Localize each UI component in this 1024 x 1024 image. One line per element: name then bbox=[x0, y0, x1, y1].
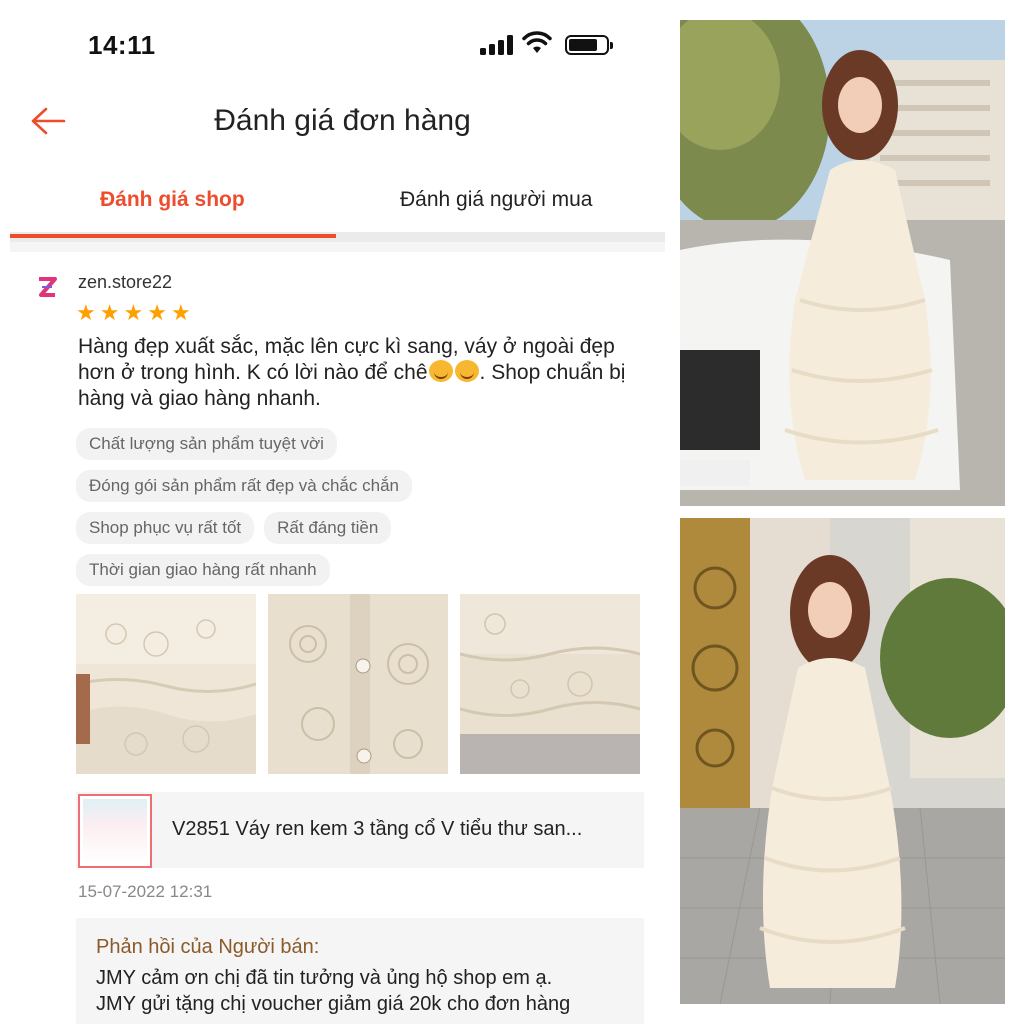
product-thumbnail bbox=[78, 794, 152, 868]
seller-reply-line: JMY gửi tặng chị voucher giảm giá 20k ch… bbox=[96, 993, 571, 1015]
seller-reply-text: JMY cảm ơn chị đã tin tưởng và ủng hộ sh… bbox=[96, 965, 624, 1017]
star-icon: ★ bbox=[99, 300, 120, 325]
wifi-icon bbox=[522, 31, 552, 53]
review-tag: Rất đáng tiền bbox=[264, 512, 392, 544]
seller-reply-title: Phản hồi của Người bán: bbox=[96, 936, 320, 958]
battery-icon bbox=[565, 35, 613, 55]
tab-buyer-reviews[interactable]: Đánh giá người mua bbox=[400, 188, 592, 212]
shop-logo-avatar bbox=[39, 277, 57, 297]
status-time: 14:11 bbox=[88, 30, 156, 60]
model-photo-street bbox=[680, 20, 1005, 506]
product-name: V2851 Váy ren kem 3 tầng cổ V tiểu thư s… bbox=[172, 818, 583, 840]
smiling-hearts-emoji-icon bbox=[428, 360, 453, 382]
review-photo-3[interactable] bbox=[460, 594, 640, 774]
seller-reply: Phản hồi của Người bán: JMY cảm ơn chị đ… bbox=[76, 918, 644, 1024]
review-photos bbox=[76, 594, 640, 774]
smiling-hearts-emoji-icon bbox=[454, 360, 479, 382]
star-icon: ★ bbox=[170, 300, 191, 325]
review-tag: Thời gian giao hàng rất nhanh bbox=[76, 554, 330, 586]
nav-bar: Đánh giá đơn hàng bbox=[10, 70, 665, 170]
review-tag: Shop phục vụ rất tốt bbox=[76, 512, 255, 544]
model-photo-gate bbox=[680, 518, 1005, 1004]
tab-bar: Đánh giá shop Đánh giá người mua bbox=[10, 170, 665, 242]
review-tag: Đóng gói sản phẩm rất đẹp và chắc chắn bbox=[76, 470, 412, 502]
review-card: zen.store22 ★ ★ ★ ★ ★ Hàng đẹp xuất sắc,… bbox=[10, 252, 665, 1024]
star-icon: ★ bbox=[147, 300, 167, 325]
review-tags: Chất lượng sản phẩm tuyệt vời Đóng gói s… bbox=[76, 428, 656, 596]
tab-shop-reviews[interactable]: Đánh giá shop bbox=[100, 188, 245, 212]
star-icon: ★ bbox=[123, 300, 144, 325]
page-title: Đánh giá đơn hàng bbox=[214, 104, 471, 137]
seller-reply-line: JMY cảm ơn chị đã tin tưởng và ủng hộ sh… bbox=[96, 967, 553, 989]
star-rating: ★ ★ ★ ★ ★ bbox=[76, 302, 191, 324]
review-datetime: 15-07-2022 12:31 bbox=[78, 882, 213, 901]
review-photo-2[interactable] bbox=[268, 594, 448, 774]
review-text: Hàng đẹp xuất sắc, mặc lên cực kì sang, … bbox=[78, 334, 648, 412]
active-tab-indicator bbox=[10, 234, 336, 238]
phone-screen: 14:11 Đánh giá đơn hàng Đánh giá shop Đá… bbox=[10, 0, 665, 1024]
reviewed-product-link[interactable]: V2851 Váy ren kem 3 tầng cổ V tiểu thư s… bbox=[76, 792, 644, 868]
review-tag: Chất lượng sản phẩm tuyệt vời bbox=[76, 428, 337, 460]
cellular-signal-icon bbox=[480, 35, 514, 55]
review-photo-1[interactable] bbox=[76, 594, 256, 774]
star-icon: ★ bbox=[76, 300, 96, 325]
reviewer-username: zen.store22 bbox=[78, 272, 173, 292]
status-bar: 14:11 bbox=[10, 0, 665, 70]
